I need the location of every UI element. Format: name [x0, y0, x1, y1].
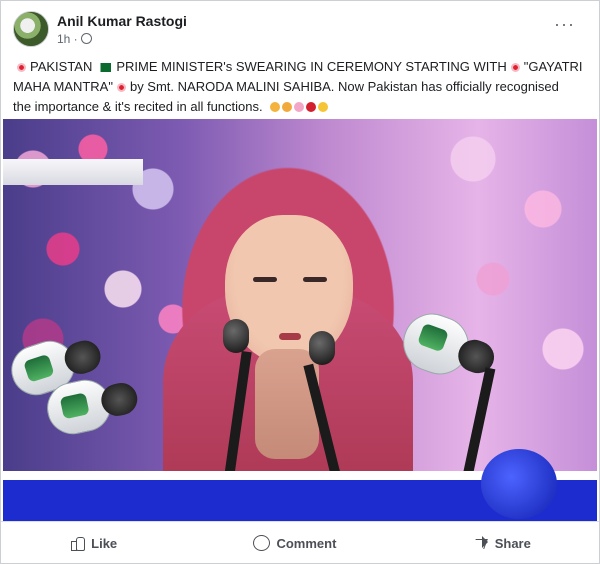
- author-block: Anil Kumar Rastogi 1h ·: [57, 13, 187, 46]
- text-segment: by Smt. NARODA MALINI SAHIBA. Now Pakist…: [129, 79, 559, 94]
- comment-icon: [253, 535, 271, 551]
- rose-emoji-icon: [306, 102, 317, 112]
- flower-decor: [433, 119, 597, 499]
- flower-icon: [116, 83, 126, 92]
- mouth: [279, 333, 301, 340]
- post-time[interactable]: 1h ·: [57, 32, 78, 46]
- comment-button[interactable]: Comment: [253, 535, 336, 551]
- text-segment: PAKISTAN: [30, 59, 93, 74]
- blue-orb-graphic: [481, 449, 557, 519]
- microphone-icon: [309, 331, 335, 365]
- microphone-icon: [223, 319, 249, 353]
- share-button[interactable]: Share: [473, 535, 531, 551]
- text-segment: MAHA MANTRA": [13, 79, 113, 94]
- eye: [303, 277, 327, 282]
- share-label: Share: [494, 535, 531, 551]
- like-button[interactable]: Like: [69, 535, 117, 551]
- post-card: Anil Kumar Rastogi 1h · ··· PAKISTAN PRIM…: [0, 0, 600, 564]
- globe-icon: [80, 33, 92, 44]
- flower-icon: [17, 63, 26, 72]
- share-icon: [473, 535, 489, 551]
- text-segment: "GAYATRI: [523, 59, 583, 74]
- post-header: Anil Kumar Rastogi 1h ·: [13, 11, 187, 47]
- shelf: [3, 159, 143, 185]
- post-text: PAKISTAN PRIME MINISTER's SWEARING IN CER…: [13, 57, 591, 117]
- thumbs-up-emoji-icon: [282, 102, 293, 112]
- comment-label: Comment: [276, 535, 337, 551]
- woman-singing: [143, 139, 433, 521]
- text-segment: PRIME MINISTER's SWEARING IN CEREMONY ST…: [116, 59, 507, 74]
- post-actions: Like Comment Share: [1, 521, 599, 564]
- video-player[interactable]: [3, 119, 597, 521]
- like-label: Like: [91, 535, 118, 551]
- text-segment: the importance & it's recited in all fun…: [13, 99, 263, 114]
- pakistan-flag-icon: [97, 63, 112, 72]
- avatar[interactable]: [13, 11, 49, 47]
- post-meta: 1h ·: [57, 32, 187, 46]
- like-icon: [69, 535, 86, 551]
- eye: [253, 277, 277, 282]
- more-icon[interactable]: ···: [554, 15, 575, 33]
- emoji-group: [270, 97, 330, 117]
- sunflower-emoji-icon: [318, 102, 329, 112]
- flower-icon: [510, 63, 520, 72]
- flower-emoji-icon: [294, 102, 305, 112]
- author-name[interactable]: Anil Kumar Rastogi: [57, 13, 187, 29]
- ok-hand-emoji-icon: [270, 102, 281, 112]
